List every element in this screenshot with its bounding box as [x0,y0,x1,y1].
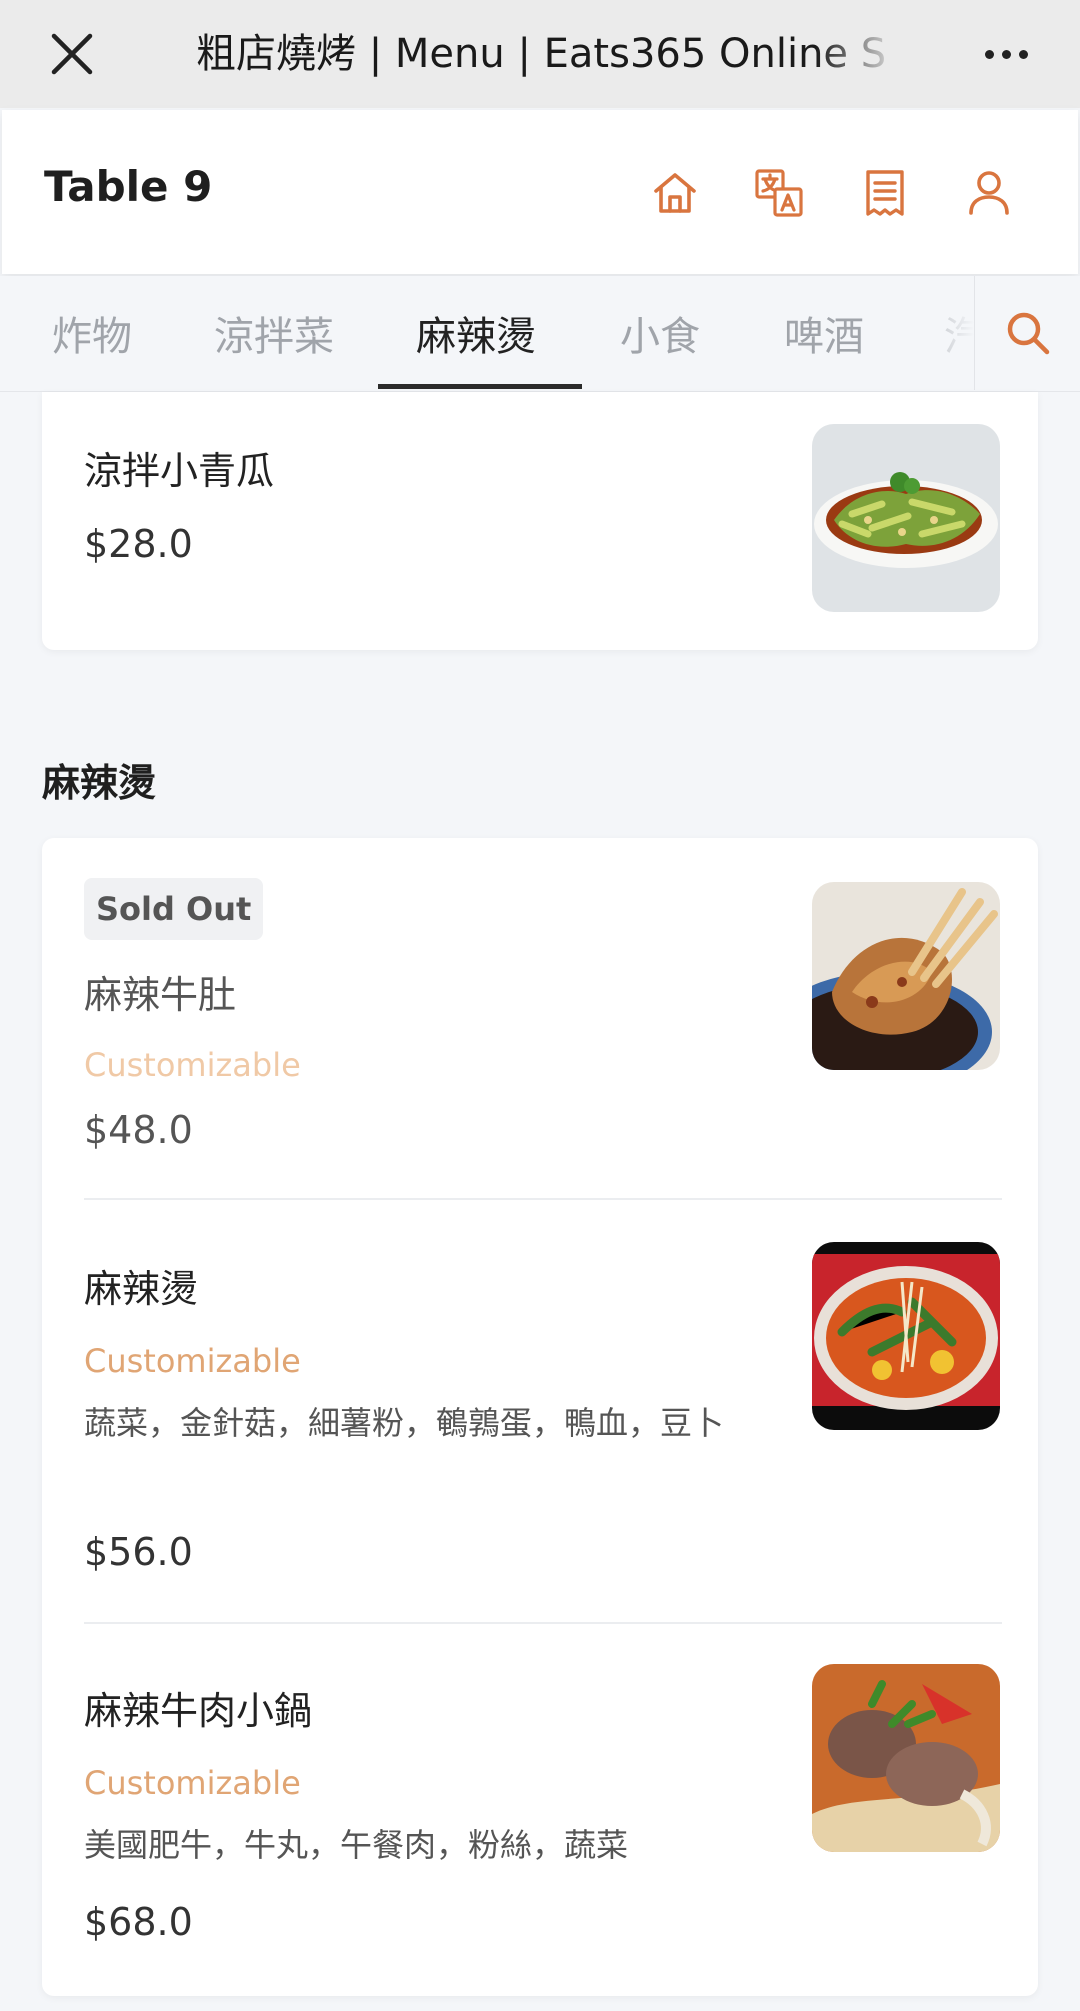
tab-fried[interactable]: 炸物 [52,304,132,362]
dish-photo [812,1242,1000,1430]
dish-name: 麻辣牛肚 [84,973,237,1017]
customizable-label: Customizable [84,1764,301,1802]
dish-name: 麻辣牛肉小鍋 [84,1689,313,1733]
item-divider [84,1198,1002,1200]
browser-title-bar: 粗店燒烤 | Menu | Eats365 Online S [0,0,1080,108]
customizable-label: Customizable [84,1046,301,1084]
dish-photo [812,1664,1000,1852]
menu-item-card[interactable]: 涼拌小青瓜 $28.0 [42,392,1038,650]
dish-description: 蔬菜，金針菇，細薯粉，鵪鶉蛋，鴨血，豆卜 [84,1404,725,1442]
table-label: Table 9 [44,162,213,211]
customizable-label: Customizable [84,1342,301,1380]
menu-section-card: Sold Out 麻辣牛肚 Customizable $48.0 麻辣燙 Cus… [42,838,1038,1996]
receipt-icon[interactable] [858,166,912,220]
tab-cold-dishes[interactable]: 涼拌菜 [214,304,334,362]
search-icon [1007,312,1049,355]
dish-price: $48.0 [84,1108,193,1152]
home-icon[interactable] [648,166,702,220]
dish-price: $28.0 [84,522,193,566]
dish-name: 麻辣燙 [84,1267,199,1311]
close-icon[interactable] [40,22,104,86]
sold-out-badge: Sold Out [84,878,264,940]
tab-malatang[interactable]: 麻辣燙 [416,304,536,362]
active-tab-indicator [378,384,582,389]
user-icon[interactable] [962,166,1016,220]
section-title: 麻辣燙 [42,761,157,805]
dish-price: $56.0 [84,1530,193,1574]
tab-beer[interactable]: 啤酒 [784,304,864,362]
category-tabs: 炸物 涼拌菜 麻辣燙 小食 啤酒 汽 [0,276,1080,392]
translate-icon[interactable] [752,166,806,220]
dish-description: 美國肥牛，牛丸，午餐肉，粉絲，蔬菜 [84,1826,629,1864]
dish-photo [812,424,1000,612]
dish-price: $68.0 [84,1900,193,1944]
tabs-fade [900,276,974,390]
browser-page-title: 粗店燒烤 | Menu | Eats365 Online S [196,31,887,77]
tab-snacks[interactable]: 小食 [620,304,700,362]
dish-photo [812,882,1000,1070]
app-header: Table 9 [2,110,1078,274]
search-button[interactable] [974,276,1080,390]
more-horizontal-icon[interactable] [970,22,1042,86]
dish-name: 涼拌小青瓜 [84,449,275,493]
item-divider [84,1622,1002,1624]
